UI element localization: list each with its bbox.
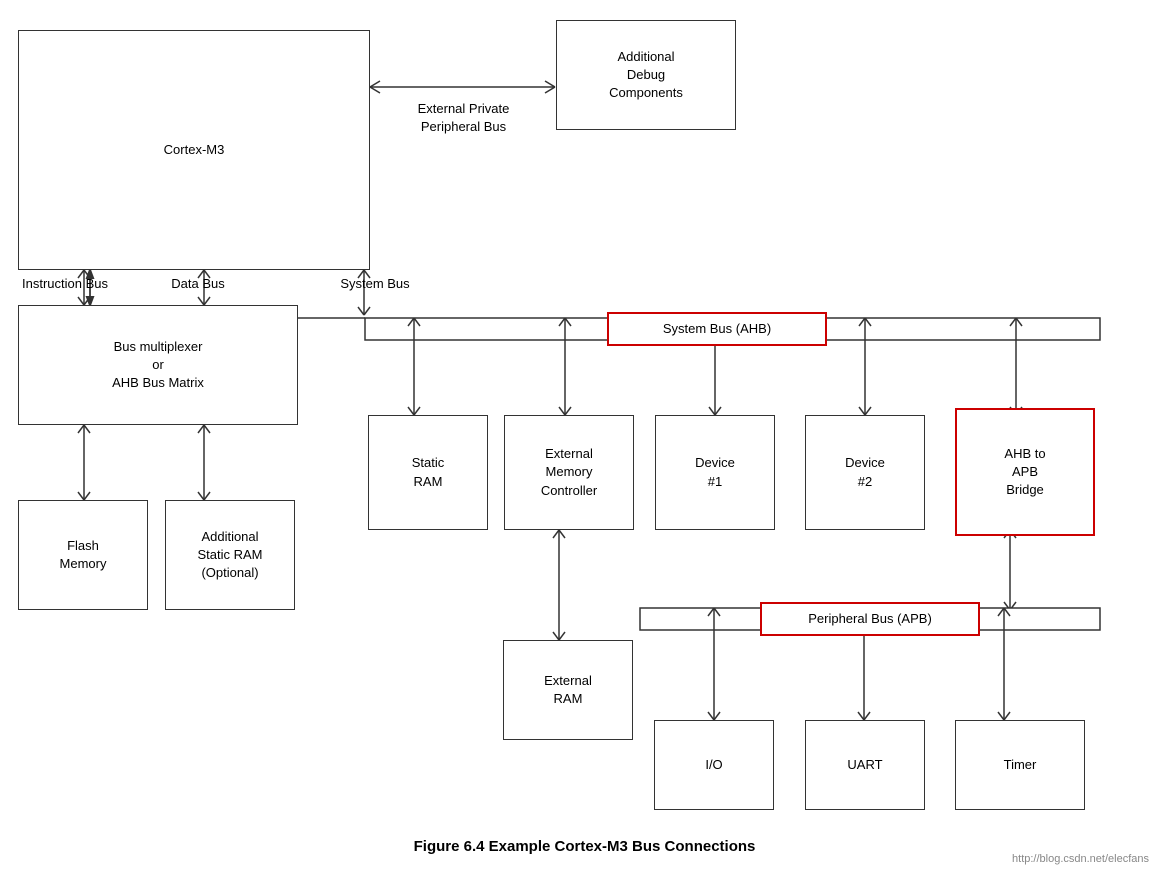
ext-memory-ctrl-box: External Memory Controller [504,415,634,530]
device1-box: Device #1 [655,415,775,530]
device1-label: Device #1 [695,454,735,490]
bus-mux-label: Bus multiplexer or AHB Bus Matrix [112,338,204,393]
external-ram-label: External RAM [544,672,592,708]
flash-memory-label: Flash Memory [60,537,107,573]
uart-label: UART [847,756,882,774]
diagram-container: Cortex-M3 Additional Debug Components Ex… [0,0,1169,875]
watermark: http://blog.csdn.net/elecfans [1012,853,1149,865]
external-private-bus-label: External Private Peripheral Bus [376,100,551,136]
flash-memory-box: Flash Memory [18,500,148,610]
device2-label: Device #2 [845,454,885,490]
cortex-m3-label: Cortex-M3 [164,141,225,159]
peripheral-bus-apb-label: Peripheral Bus (APB) [808,610,932,628]
data-bus-label: Data Bus [158,275,238,293]
system-bus-ahb-box: System Bus (AHB) [607,312,827,346]
external-ram-box: External RAM [503,640,633,740]
timer-box: Timer [955,720,1085,810]
system-bus-label: System Bus [330,275,420,293]
additional-debug-box: Additional Debug Components [556,20,736,130]
io-label: I/O [705,756,722,774]
ext-memory-ctrl-label: External Memory Controller [541,445,597,500]
io-box: I/O [654,720,774,810]
cortex-m3-box: Cortex-M3 [18,30,370,270]
uart-box: UART [805,720,925,810]
timer-label: Timer [1004,756,1037,774]
ahb-apb-bridge-label: AHB to APB Bridge [1004,445,1045,500]
additional-sram-box: Additional Static RAM (Optional) [165,500,295,610]
ahb-apb-bridge-box: AHB to APB Bridge [955,408,1095,536]
device2-box: Device #2 [805,415,925,530]
figure-caption: Figure 6.4 Example Cortex-M3 Bus Connect… [0,838,1169,855]
additional-sram-label: Additional Static RAM (Optional) [197,528,262,583]
additional-debug-label: Additional Debug Components [609,48,683,103]
peripheral-bus-apb-box: Peripheral Bus (APB) [760,602,980,636]
instruction-bus-label: Instruction Bus [10,275,120,293]
system-bus-ahb-label: System Bus (AHB) [663,320,771,338]
bus-mux-box: Bus multiplexer or AHB Bus Matrix [18,305,298,425]
static-ram-box: Static RAM [368,415,488,530]
static-ram-label: Static RAM [412,454,445,490]
